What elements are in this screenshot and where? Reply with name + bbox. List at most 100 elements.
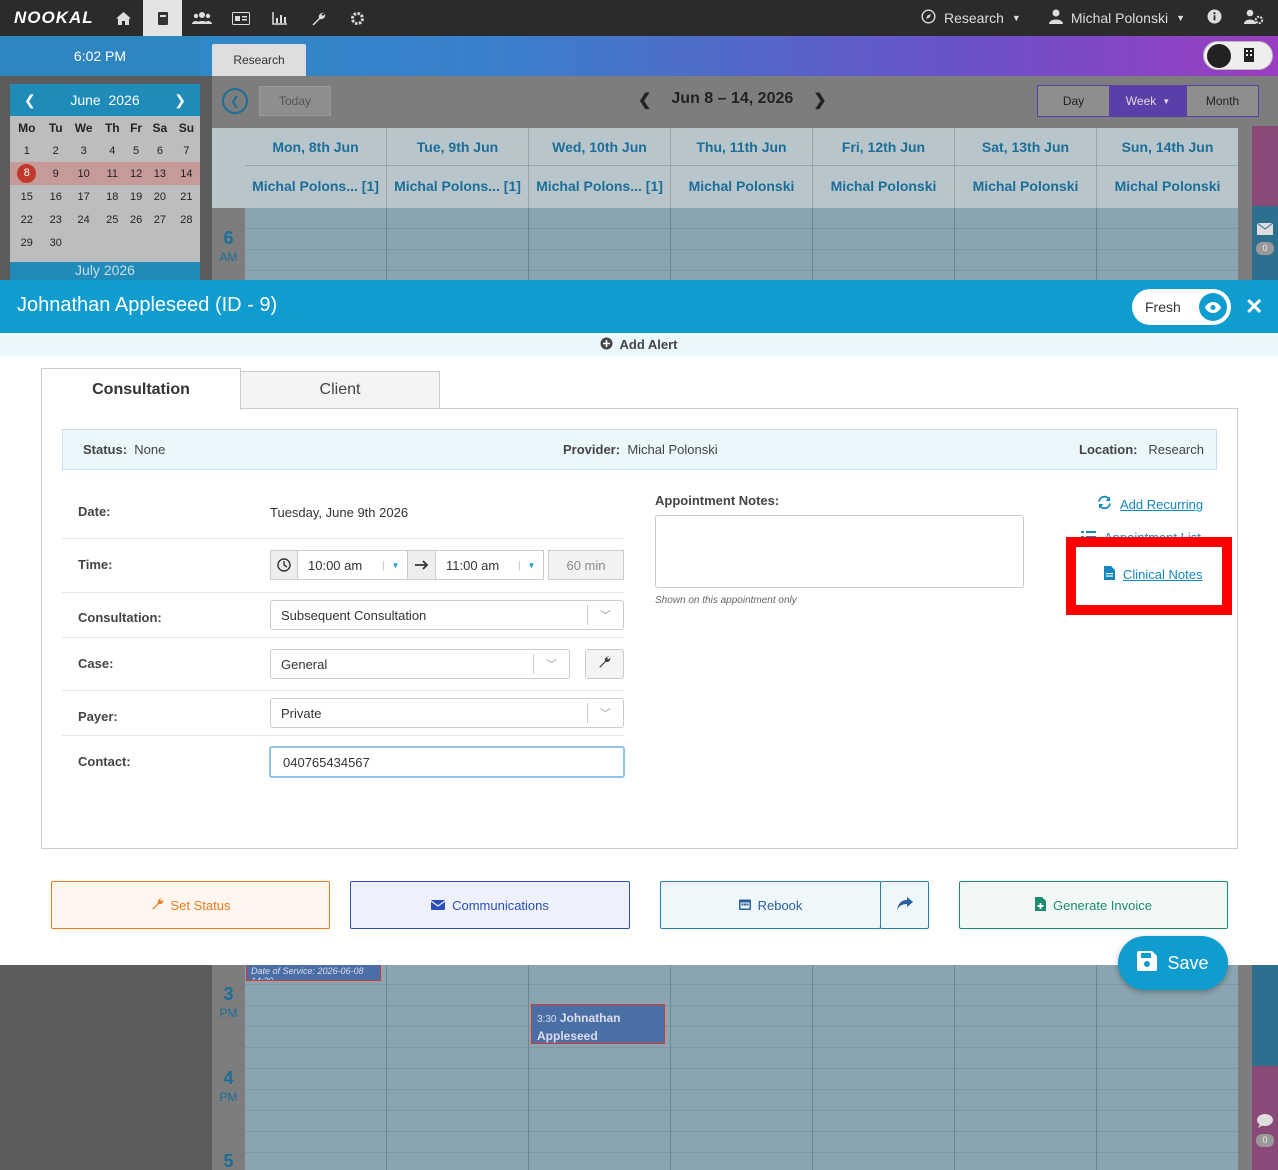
mini-cal-day[interactable]: 19: [125, 185, 147, 208]
mini-cal-day[interactable]: 28: [173, 208, 200, 231]
week-view-button[interactable]: Week ▼: [1108, 86, 1188, 116]
calendar-book-icon[interactable]: [143, 0, 182, 36]
home-icon[interactable]: [104, 0, 143, 36]
wrench-icon[interactable]: [299, 0, 338, 36]
appointment-block[interactable]: 3:30 Johnathan Appleseed: [531, 1004, 665, 1044]
view-toggle[interactable]: [1203, 41, 1273, 70]
day-view-button[interactable]: Day: [1038, 86, 1109, 116]
set-status-button[interactable]: Set Status: [51, 881, 330, 929]
tab-client[interactable]: Client: [240, 371, 440, 409]
mini-cal-day[interactable]: 16: [44, 185, 68, 208]
next-week-icon[interactable]: ❯: [813, 90, 826, 110]
clinical-notes-link[interactable]: Clinical Notes: [1104, 566, 1202, 583]
consultation-select[interactable]: Subsequent Consultation ﹀: [270, 600, 624, 630]
mini-cal-day[interactable]: 27: [147, 208, 173, 231]
settings-gear-icon[interactable]: [338, 0, 377, 36]
mini-cal-day[interactable]: 26: [125, 208, 147, 231]
rebook-button[interactable]: Rebook: [660, 881, 881, 929]
mini-cal-day[interactable]: 14: [173, 162, 200, 185]
back-arrow-icon[interactable]: ❮: [222, 88, 248, 114]
next-month-icon[interactable]: ❯: [174, 92, 186, 109]
generate-invoice-button[interactable]: Generate Invoice: [959, 881, 1228, 929]
save-button[interactable]: Save: [1118, 936, 1228, 990]
mini-cal-day[interactable]: 3: [68, 139, 99, 162]
mini-cal-day[interactable]: 15: [10, 185, 44, 208]
start-time-select[interactable]: 10:00 am ▼: [298, 550, 408, 580]
add-recurring-link[interactable]: Add Recurring: [1097, 495, 1203, 513]
add-alert-bar[interactable]: Add Alert: [0, 333, 1278, 356]
day-header[interactable]: Thu, 11th Jun: [671, 128, 812, 166]
mini-cal-day[interactable]: 5: [125, 139, 147, 162]
set-status-label: Set Status: [170, 897, 231, 913]
case-wrench-button[interactable]: [585, 649, 624, 679]
location-tab[interactable]: Research: [212, 44, 306, 76]
mini-cal-day[interactable]: 22: [10, 208, 44, 231]
mini-cal-year: 2026: [108, 92, 140, 108]
prev-week-icon[interactable]: ❮: [638, 90, 651, 110]
case-select[interactable]: General ﹀: [270, 649, 570, 679]
tab-consultation[interactable]: Consultation: [41, 368, 241, 410]
provider-header[interactable]: Michal Polonski: [813, 166, 954, 206]
provider-value: Michal Polonski: [627, 442, 718, 457]
mini-cal-day[interactable]: 21: [173, 185, 200, 208]
day-header[interactable]: Tue, 9th Jun: [387, 128, 528, 166]
day-header[interactable]: Fri, 12th Jun: [813, 128, 954, 166]
communications-button[interactable]: Communications: [350, 881, 630, 929]
end-time-select[interactable]: 11:00 am ▼: [436, 550, 544, 580]
current-time: 6:02 PM: [0, 36, 200, 76]
day-header[interactable]: Sat, 13th Jun: [955, 128, 1096, 166]
month-view-button[interactable]: Month: [1187, 86, 1258, 116]
user-settings-icon[interactable]: [1244, 9, 1264, 27]
mini-cal-day[interactable]: 6: [147, 139, 173, 162]
provider-header[interactable]: Michal Polons... [1]: [387, 166, 528, 206]
nookal-logo[interactable]: NOOKAL: [0, 8, 104, 28]
day-header[interactable]: Sun, 14th Jun: [1097, 128, 1238, 166]
chat-icon[interactable]: [1257, 1114, 1273, 1133]
day-header[interactable]: Mon, 8th Jun: [245, 128, 386, 166]
mini-cal-day[interactable]: 13: [147, 162, 173, 185]
mini-cal-day[interactable]: 10: [68, 162, 99, 185]
fresh-label: Fresh: [1145, 299, 1181, 315]
mini-cal-day[interactable]: 25: [99, 208, 125, 231]
mini-cal-day[interactable]: 2: [44, 139, 68, 162]
mini-cal-day[interactable]: 9: [44, 162, 68, 185]
appointment-notes-textarea[interactable]: [655, 515, 1024, 588]
provider-header[interactable]: Michal Polonski: [955, 166, 1096, 206]
reports-chart-icon[interactable]: [260, 0, 299, 36]
mini-cal-day[interactable]: 11: [99, 162, 125, 185]
mini-cal-day[interactable]: 23: [44, 208, 68, 231]
appointment-block[interactable]: Date of Service: 2026-06-08 14:29: [246, 963, 381, 981]
mini-cal-day[interactable]: 29: [10, 231, 44, 254]
mini-cal-day[interactable]: 18: [99, 185, 125, 208]
duration-field[interactable]: 60 min: [548, 550, 624, 580]
mini-cal-day[interactable]: 12: [125, 162, 147, 185]
prev-month-icon[interactable]: ❮: [24, 92, 36, 109]
share-forward-button[interactable]: [880, 881, 929, 929]
mini-cal-day[interactable]: 1: [10, 139, 44, 162]
modal-title: Johnathan Appleseed (ID - 9): [17, 294, 278, 316]
day-header[interactable]: Wed, 10th Jun: [529, 128, 670, 166]
mini-cal-day[interactable]: 20: [147, 185, 173, 208]
provider-header[interactable]: Michal Polonski: [1097, 166, 1238, 206]
contact-field[interactable]: 040765434567: [269, 746, 625, 778]
close-icon[interactable]: ✕: [1245, 294, 1263, 320]
payer-select[interactable]: Private ﹀: [270, 698, 624, 728]
mini-cal-day[interactable]: 7: [173, 139, 200, 162]
user-dropdown[interactable]: Michal Polonski ▼: [1048, 9, 1185, 27]
location-dropdown[interactable]: Research ▼: [921, 9, 1021, 27]
today-button[interactable]: Today: [259, 86, 331, 116]
provider-header[interactable]: Michal Polons... [1]: [245, 166, 386, 206]
provider-header[interactable]: Michal Polons... [1]: [529, 166, 670, 206]
clients-icon[interactable]: [182, 0, 221, 36]
provider-header[interactable]: Michal Polonski: [671, 166, 812, 206]
fresh-toggle[interactable]: Fresh: [1132, 289, 1231, 325]
info-icon[interactable]: [1207, 9, 1222, 27]
mail-icon[interactable]: [1256, 222, 1274, 240]
mini-cal-day[interactable]: 30: [44, 231, 68, 254]
mini-cal-day[interactable]: 17: [68, 185, 99, 208]
mini-cal-day-today[interactable]: 8: [10, 162, 44, 185]
building-icon: [1244, 48, 1254, 67]
mini-cal-day[interactable]: 4: [99, 139, 125, 162]
id-card-icon[interactable]: [221, 0, 260, 36]
mini-cal-day[interactable]: 24: [68, 208, 99, 231]
